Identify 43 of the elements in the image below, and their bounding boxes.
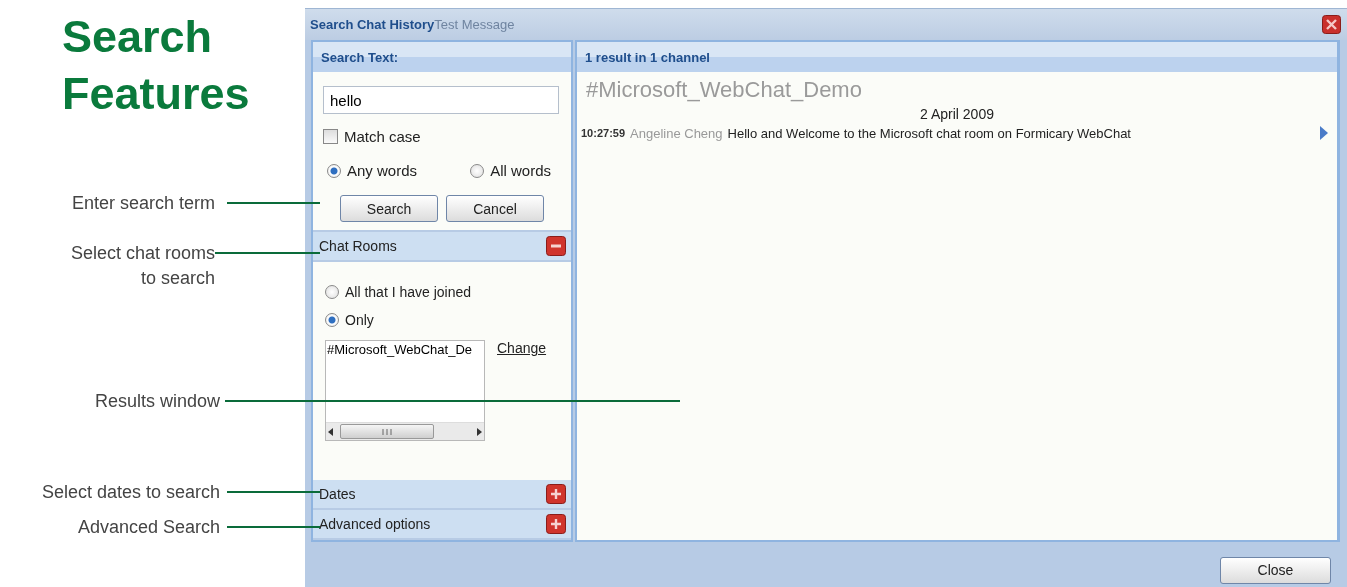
section-header[interactable]: Chat Rooms <box>313 232 571 262</box>
date-label: 2 April 2009 <box>919 106 995 122</box>
radio-button[interactable] <box>325 313 339 327</box>
scroll-left-icon[interactable] <box>328 427 334 436</box>
room-item[interactable]: #Microsoft_WebChat_De <box>326 341 484 357</box>
change-link[interactable]: Change <box>497 340 547 356</box>
collapse-icon[interactable] <box>546 236 566 256</box>
close-button[interactable]: Close <box>1220 556 1331 584</box>
panel-header: Search Text: <box>313 42 571 72</box>
checkbox-label: Match case <box>344 128 421 145</box>
background-window-title: Test Message <box>434 17 515 32</box>
radio-label: All that I have joined <box>345 284 472 300</box>
action-button[interactable]: Search <box>340 195 438 222</box>
radio-label: All words <box>490 162 551 179</box>
expand-icon[interactable] <box>546 514 566 534</box>
radio-button[interactable] <box>327 163 341 178</box>
annotation-label: Results window <box>93 390 220 413</box>
annotation-label: Enter search term <box>70 192 215 215</box>
message-text: Hello and Welcome to the Microsoft chat room on Formicary WebChat <box>727 125 1131 141</box>
radio-label: Any words <box>347 162 418 179</box>
search-field[interactable]: hello <box>323 86 559 114</box>
annotation-label: Advanced Search <box>76 516 220 539</box>
play-arrow-icon[interactable] <box>1319 125 1329 141</box>
message-time: 10:27:59 <box>581 127 626 139</box>
grip-icon[interactable] <box>382 428 392 435</box>
page-heading: Search Features <box>62 10 251 121</box>
radio-label: Only <box>345 312 374 328</box>
horizontal-scrollbar[interactable] <box>326 422 484 440</box>
close-icon[interactable] <box>1322 15 1341 34</box>
annotation-label: Select dates to search <box>40 481 220 504</box>
panel-header: 1 result in 1 channel <box>577 42 1337 72</box>
message-author: Angeline Cheng <box>630 125 723 141</box>
annotation-label: Select chat rooms to search <box>69 242 215 290</box>
radio-button[interactable] <box>470 163 485 178</box>
checkbox[interactable] <box>323 129 338 144</box>
action-button[interactable]: Cancel <box>446 195 544 222</box>
section-header[interactable]: Dates <box>313 480 571 510</box>
expand-icon[interactable] <box>546 484 566 504</box>
scroll-right-icon[interactable] <box>476 427 482 436</box>
section-header[interactable]: Advanced options <box>313 510 571 540</box>
channel-title: #Microsoft_WebChat_Demo <box>585 76 863 104</box>
radio-button[interactable] <box>325 285 339 299</box>
window-title: Search Chat History <box>310 17 435 32</box>
